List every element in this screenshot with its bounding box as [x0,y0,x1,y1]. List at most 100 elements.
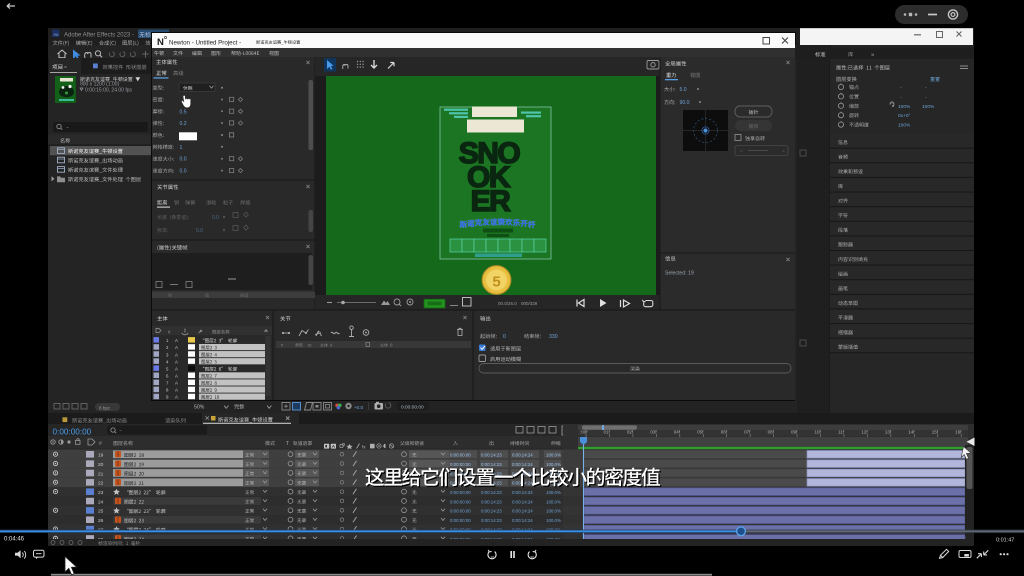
svg-text:08f: 08f [768,430,775,435]
svg-text:0:00:14:24: 0:00:14:24 [512,453,533,458]
svg-text:A: A [175,374,178,379]
svg-text:5: 5 [492,274,500,291]
svg-text:A: A [175,366,178,371]
svg-text:24: 24 [98,499,104,505]
svg-text:20: 20 [98,462,104,468]
svg-text:N: N [157,37,164,48]
svg-text:Adobe After Effects 2023 -: Adobe After Effects 2023 - [64,33,134,39]
svg-text:03f: 03f [650,430,657,435]
svg-text:0:00:00:00: 0:00:00:00 [450,518,471,523]
svg-text:0:00:00:00: 0:00:00:00 [450,509,471,514]
svg-text:0:00:00:00: 0:00:00:00 [450,462,471,467]
svg-text:330: 330 [549,334,558,340]
svg-text:Newton - Untitled Project -: Newton - Untitled Project - [169,39,241,46]
svg-text:1: 1 [180,145,183,151]
svg-text:>: > [782,149,785,154]
svg-text:A: A [175,338,178,343]
svg-text:0:00:14:24: 0:00:14:24 [512,499,533,504]
svg-text:+0.0: +0.0 [354,405,364,410]
svg-text:0:00:14:23: 0:00:14:23 [481,499,502,504]
svg-text::00f: :00f [580,430,588,435]
svg-text:ER: ER [471,185,512,218]
svg-text:06f: 06f [721,430,728,435]
svg-text:15f: 15f [932,430,939,435]
svg-text:0:04:46: 0:04:46 [4,537,25,543]
svg-text:100.0%: 100.0% [546,518,561,523]
svg-text:0:00:00:00: 0:00:00:00 [401,404,424,410]
svg-text:0:00:14:24: 0:00:14:24 [512,518,533,523]
svg-text:10: 10 [490,555,494,559]
svg-text:100.0%: 100.0% [546,462,561,467]
svg-text:07f: 07f [744,430,751,435]
svg-text:0: 0 [503,334,506,340]
svg-text:5.0: 5.0 [680,87,687,93]
svg-text:A: A [175,345,178,350]
svg-text:000/339: 000/339 [521,301,538,306]
svg-text:0.0: 0.0 [196,228,203,234]
svg-text:8 bpc: 8 bpc [99,405,111,410]
svg-text:<: < [740,149,743,154]
svg-text:19: 19 [98,453,104,459]
svg-text:09f: 09f [791,430,798,435]
svg-text:22: 22 [98,481,104,487]
svg-text:0:00:00:00: 0:00:00:00 [450,490,471,495]
svg-text:0:00:14:24: 0:00:14:24 [512,509,533,514]
svg-text:0:00:14:23: 0:00:14:23 [481,462,502,467]
svg-text:0:01:47: 0:01:47 [996,538,1014,544]
svg-text:25: 25 [98,509,104,515]
svg-text:50%: 50% [194,405,205,411]
svg-text:#: # [99,441,102,447]
svg-text:11f: 11f [838,430,845,435]
svg-text:A: A [175,352,178,357]
svg-text:0:00:15:00, 24.00 fps: 0:00:15:00, 24.00 fps [85,87,132,93]
svg-text:~: ~ [66,126,69,132]
svg-text:A: A [175,381,178,386]
svg-text:A: A [175,388,178,393]
svg-text:21: 21 [98,471,104,477]
svg-text:13f: 13f [885,430,892,435]
svg-text:26: 26 [98,518,104,524]
svg-text:Selected: 19: Selected: 19 [665,271,694,277]
svg-text:100%: 100% [898,104,911,110]
svg-text:0:00:00:00: 0:00:00:00 [450,499,471,504]
svg-text:0:00:14:23: 0:00:14:23 [481,453,502,458]
svg-text:01f: 01f [603,430,610,435]
svg-text:00.0/26.0: 00.0/26.0 [498,301,517,306]
svg-text:0:00:14:23: 0:00:14:23 [481,509,502,514]
svg-text:0:00:14:23: 0:00:14:23 [481,518,502,523]
svg-text:90.0: 90.0 [680,100,690,106]
svg-text:04f: 04f [674,430,681,435]
svg-text:A: A [175,395,178,400]
svg-text:0:00:00:00: 0:00:00:00 [53,427,92,436]
svg-text:23: 23 [98,490,104,496]
svg-text:0:00:14:24: 0:00:14:24 [512,490,533,495]
svg-text:0:00:14:24: 0:00:14:24 [512,462,533,467]
svg-text:A: A [175,359,178,364]
svg-text:~: ~ [119,429,122,435]
svg-text:0x+0°: 0x+0° [898,113,911,119]
svg-text:100.0%: 100.0% [546,509,561,514]
svg-text:05f: 05f [697,430,704,435]
svg-text:Ae: Ae [53,32,59,37]
svg-text:12f: 12f [861,430,868,435]
svg-text:30: 30 [530,555,534,559]
svg-text:100.0%: 100.0% [546,453,561,458]
svg-text:100.0%: 100.0% [546,499,561,504]
svg-text:100.0%: 100.0% [546,490,561,495]
svg-text:ID: ID [308,343,312,348]
svg-text:0.5: 0.5 [180,109,187,115]
svg-text:10f: 10f [815,430,822,435]
svg-text:100%: 100% [922,104,935,110]
svg-text:0.0: 0.0 [180,157,187,163]
svg-text:14f: 14f [908,430,915,435]
svg-text:16f: 16f [955,430,962,435]
svg-text:0.2: 0.2 [180,121,187,127]
svg-text:0:00:14:23: 0:00:14:23 [481,490,502,495]
svg-text:100%: 100% [898,123,911,129]
svg-text:0.0: 0.0 [212,215,219,221]
svg-text:T: T [286,441,289,447]
svg-text:0.0: 0.0 [180,169,187,175]
svg-text:0:00:00:00: 0:00:00:00 [450,453,471,458]
svg-text:=: = [64,65,67,71]
svg-text:02f: 02f [627,430,634,435]
